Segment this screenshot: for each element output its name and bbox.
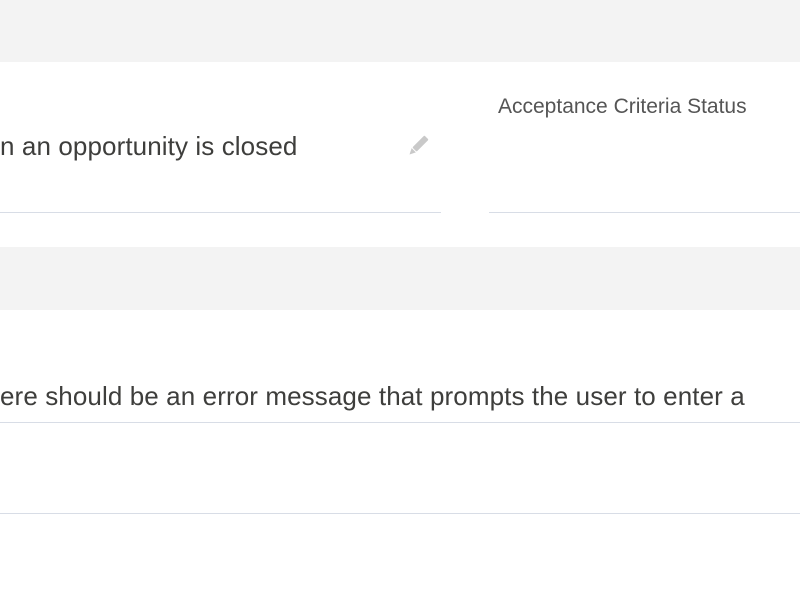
pencil-icon[interactable] bbox=[403, 131, 433, 161]
acceptance-criteria-divider-upper bbox=[0, 422, 800, 423]
section-header-middle bbox=[0, 247, 800, 310]
record-detail-page: n an opportunity is closed Acceptance Cr… bbox=[0, 0, 800, 600]
acceptance-criteria-field-value: ere should be an error message that prom… bbox=[0, 381, 745, 411]
description-field-value: n an opportunity is closed bbox=[0, 131, 298, 161]
acceptance-criteria-status-divider bbox=[489, 212, 800, 213]
description-field-divider bbox=[0, 212, 441, 213]
acceptance-criteria-divider-lower bbox=[0, 513, 800, 514]
section-header-top bbox=[0, 0, 800, 62]
acceptance-criteria-status-label: Acceptance Criteria Status bbox=[498, 95, 747, 118]
